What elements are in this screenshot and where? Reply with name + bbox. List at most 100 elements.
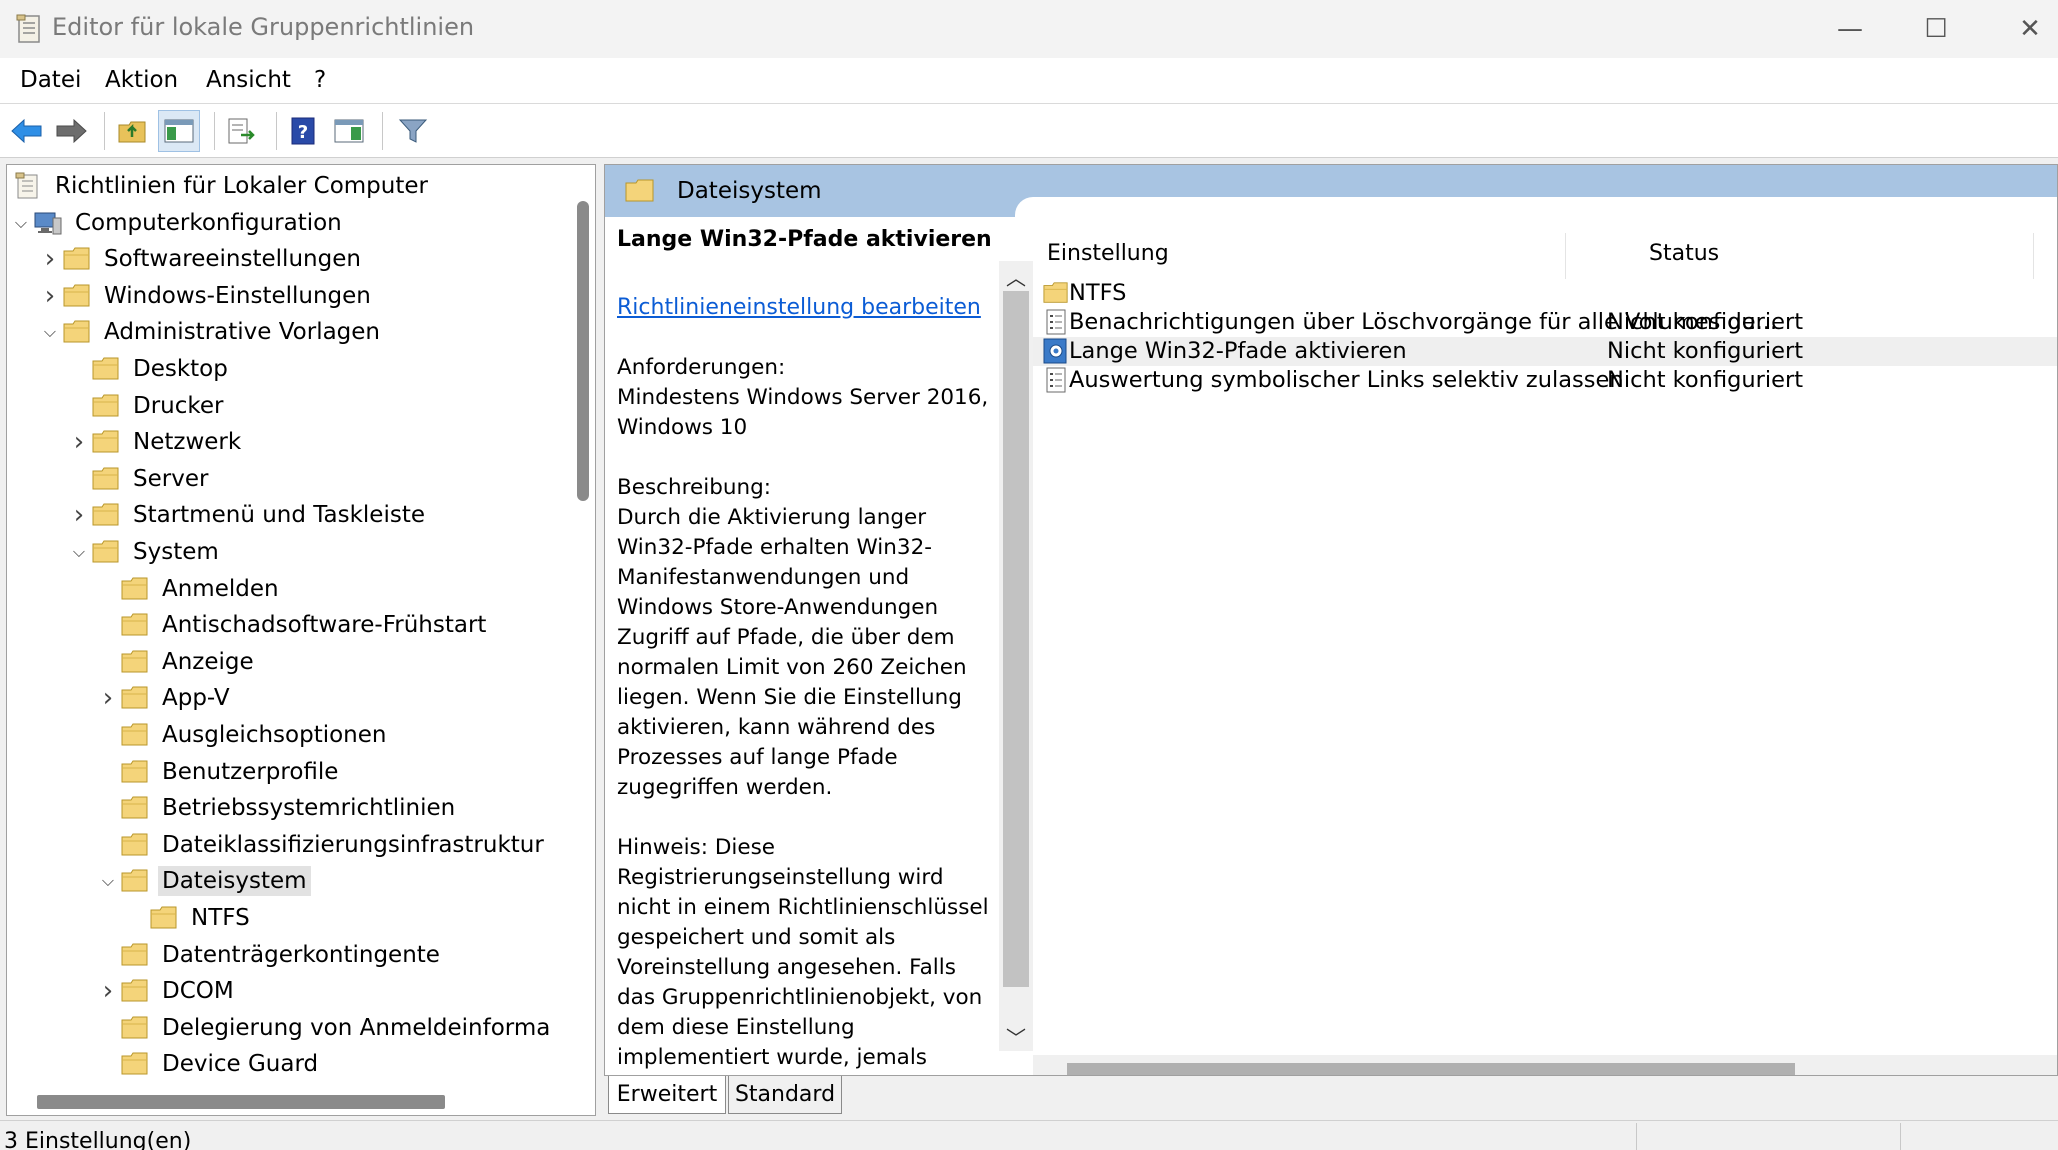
- list-horizontal-scrollbar-thumb[interactable]: [1067, 1063, 1795, 1075]
- tree-item[interactable]: ⌵ Administrative Vorlagen: [38, 315, 384, 349]
- chevron-right-icon[interactable]: ›: [67, 498, 91, 532]
- tree-item[interactable]: › App-V: [96, 681, 234, 715]
- tree-item[interactable]: Ausgleichsoptionen: [96, 718, 391, 752]
- folder-icon: [1043, 280, 1069, 306]
- tree-item[interactable]: ⌵ Computerkonfiguration: [9, 206, 346, 240]
- forward-icon[interactable]: [50, 110, 92, 152]
- column-header-einstellung[interactable]: Einstellung: [1047, 241, 1169, 266]
- maximize-button[interactable]: ☐: [1890, 0, 1982, 58]
- tree-item[interactable]: › Windows-Einstellungen: [38, 279, 375, 313]
- list-row-status: Nicht konfiguriert: [1607, 338, 1804, 364]
- minimize-button[interactable]: —: [1804, 0, 1896, 58]
- tree-item[interactable]: Server: [67, 462, 212, 496]
- list-horizontal-scrollbar[interactable]: [1033, 1055, 2057, 1075]
- show-hide-tree-icon[interactable]: [158, 110, 200, 152]
- chevron-right-icon[interactable]: ›: [96, 974, 120, 1008]
- tree-horizontal-scrollbar-thumb[interactable]: [37, 1095, 445, 1109]
- filter-icon[interactable]: [392, 110, 434, 152]
- menu-ansicht[interactable]: Ansicht: [206, 67, 291, 93]
- tree-item-label: Startmenü und Taskleiste: [133, 502, 425, 529]
- tree-item[interactable]: Device Guard: [96, 1047, 322, 1081]
- properties-icon[interactable]: [328, 110, 370, 152]
- status-text: 3 Einstellung(en): [4, 1129, 192, 1150]
- menu-help[interactable]: ?: [314, 67, 326, 93]
- chevron-right-icon[interactable]: ›: [38, 242, 62, 276]
- tree-item[interactable]: Desktop: [67, 352, 232, 386]
- tree-item[interactable]: › DCOM: [96, 974, 238, 1008]
- scroll-down-icon[interactable]: ﹀: [999, 1021, 1033, 1051]
- folder-icon: [120, 868, 150, 894]
- tree-vertical-scrollbar-thumb[interactable]: [577, 201, 589, 501]
- list-row[interactable]: NTFS: [1033, 279, 2057, 308]
- setting-selected-icon: [1043, 338, 1069, 364]
- scroll-up-icon[interactable]: ︿: [999, 261, 1033, 291]
- chevron-down-icon[interactable]: ⌵: [67, 535, 91, 569]
- folder-icon: [120, 1015, 150, 1041]
- tree-item[interactable]: ⌵ System: [67, 535, 223, 569]
- up-folder-icon[interactable]: [112, 110, 154, 152]
- tree-item-label: Delegierung von Anmeldeinforma: [162, 1014, 551, 1041]
- tree-item[interactable]: › Startmenü und Taskleiste: [67, 498, 429, 532]
- folder-icon: [91, 502, 121, 528]
- folder-icon: [91, 466, 121, 492]
- edit-policy-link[interactable]: Richtlinieneinstellung bearbeiten: [617, 295, 981, 320]
- tree-horizontal-scrollbar[interactable]: [7, 1087, 595, 1115]
- tree-item[interactable]: ⌵ Dateisystem: [96, 864, 311, 898]
- description-scrollbar[interactable]: ︿ ﹀: [999, 261, 1033, 1051]
- folder-icon: [120, 795, 150, 821]
- tree-vertical-scrollbar[interactable]: [569, 165, 595, 1071]
- folder-header-title: Dateisystem: [677, 178, 822, 204]
- svg-text:?: ?: [298, 122, 308, 143]
- menu-aktion[interactable]: Aktion: [105, 67, 178, 93]
- chevron-down-icon[interactable]: ⌵: [38, 315, 62, 349]
- tree-item-label: Windows-Einstellungen: [104, 282, 371, 309]
- setting-icon: [1043, 367, 1069, 393]
- chevron-down-icon[interactable]: ⌵: [96, 864, 120, 898]
- list-row[interactable]: Benachrichtigungen über Löschvorgänge fü…: [1033, 308, 2057, 337]
- tab-standard[interactable]: Standard: [728, 1076, 842, 1114]
- tree-item[interactable]: Antischadsoftware-Frühstart: [96, 608, 490, 642]
- status-bar: 3 Einstellung(en): [0, 1120, 2058, 1150]
- chevron-right-icon[interactable]: ›: [38, 279, 62, 313]
- tree-item[interactable]: Drucker: [67, 389, 228, 423]
- tree-item[interactable]: Anzeige: [96, 645, 258, 679]
- tree-item-label: Benutzerprofile: [162, 758, 339, 785]
- tree-item[interactable]: Betriebssystemrichtlinien: [96, 791, 459, 825]
- tree-item[interactable]: › Netzwerk: [67, 425, 245, 459]
- description-scrollbar-thumb[interactable]: [1003, 291, 1029, 987]
- tree-item-label: System: [133, 539, 219, 565]
- tree-item-label: App-V: [162, 685, 230, 712]
- title-bar: Editor für lokale Gruppenrichtlinien — ☐…: [0, 0, 2058, 58]
- export-list-icon[interactable]: [220, 110, 262, 152]
- chevron-right-icon[interactable]: ›: [96, 681, 120, 715]
- tree-item[interactable]: › Softwareeinstellungen: [38, 242, 365, 276]
- column-header-status[interactable]: Status: [1649, 241, 1719, 266]
- tree-item[interactable]: Dateiklassifizierungsinfrastruktur: [96, 828, 548, 862]
- tree-item-label: Softwareeinstellungen: [104, 246, 361, 273]
- list-row[interactable]: Auswertung symbolischer Links selektiv z…: [1033, 366, 2057, 395]
- tree-item[interactable]: Richtlinien für Lokaler Computer: [9, 169, 432, 203]
- chevron-right-icon[interactable]: ›: [67, 425, 91, 459]
- toolbar: ?: [0, 104, 2058, 158]
- menu-datei[interactable]: Datei: [20, 67, 81, 93]
- tree-item[interactable]: NTFS: [125, 901, 254, 935]
- chevron-down-icon[interactable]: ⌵: [9, 206, 33, 240]
- tree-item-label: DCOM: [162, 978, 234, 1005]
- tree-item-label: Anmelden: [162, 575, 279, 602]
- tree-item[interactable]: Benutzerprofile: [96, 755, 342, 789]
- close-button[interactable]: ✕: [1984, 0, 2058, 58]
- folder-icon: [120, 612, 150, 638]
- tree-item[interactable]: Anmelden: [96, 572, 283, 606]
- folder-icon: [120, 685, 150, 711]
- help-icon[interactable]: ?: [282, 110, 324, 152]
- back-icon[interactable]: [6, 110, 48, 152]
- tree-item[interactable]: Datenträgerkontingente: [96, 938, 444, 972]
- tree-item[interactable]: Delegierung von Anmeldeinforma: [96, 1011, 554, 1045]
- tab-erweitert[interactable]: Erweitert: [608, 1076, 726, 1114]
- list-row[interactable]: Lange Win32-Pfade aktivieren Nicht konfig…: [1033, 337, 2057, 366]
